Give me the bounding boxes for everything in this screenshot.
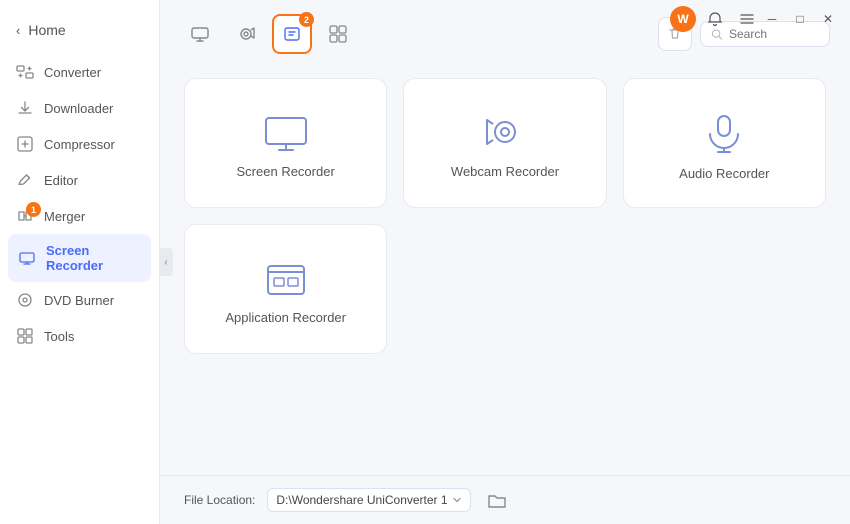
tab-screen-recorder[interactable] (180, 14, 220, 54)
sidebar-item-screen-recorder[interactable]: Screen Recorder (8, 234, 151, 282)
main-content: W ─ □ ✕ 2 (160, 0, 850, 524)
sidebar-item-compressor[interactable]: Compressor (0, 126, 159, 162)
sidebar-item-dvd-burner[interactable]: DVD Burner (0, 282, 159, 318)
sidebar-home[interactable]: ‹ Home (0, 16, 159, 54)
compressor-icon (16, 135, 34, 153)
tab-all-recorders[interactable] (318, 14, 358, 54)
open-folder-button[interactable] (483, 486, 511, 514)
menu-icon[interactable] (734, 6, 760, 32)
sidebar-home-label: Home (28, 22, 65, 38)
minimize-button[interactable]: ─ (758, 8, 786, 30)
converter-icon (16, 63, 34, 81)
screen-recorder-card-icon (264, 116, 308, 152)
notification-icon[interactable] (702, 6, 728, 32)
screen-recorder-icon (18, 249, 36, 267)
webcam-recorder-card-icon (483, 116, 527, 152)
cards-area: Screen Recorder Webcam Recorder Audio Re… (160, 62, 850, 475)
audio-recorder-label: Audio Recorder (679, 166, 769, 181)
card-application-recorder[interactable]: Application Recorder (184, 224, 387, 354)
chevron-left-icon: ‹ (16, 23, 20, 38)
sidebar-item-downloader[interactable]: Downloader (0, 90, 159, 126)
sidebar-item-editor[interactable]: Editor (0, 162, 159, 198)
application-recorder-card-icon (264, 262, 308, 298)
toolbar-tabs: 2 (180, 14, 358, 54)
maximize-button[interactable]: □ (786, 8, 814, 30)
sidebar-item-label: DVD Burner (44, 293, 114, 308)
webcam-recorder-label: Webcam Recorder (451, 164, 559, 179)
sidebar: ‹ Home Converter Downloader Compressor E… (0, 0, 160, 524)
card-screen-recorder[interactable]: Screen Recorder (184, 78, 387, 208)
card-audio-recorder[interactable]: Audio Recorder (623, 78, 826, 208)
file-location-label: File Location: (184, 493, 255, 507)
sidebar-item-label: Editor (44, 173, 78, 188)
sidebar-item-label: Downloader (44, 101, 113, 116)
sidebar-item-label: Merger (44, 209, 85, 224)
bottom-bar: File Location: D:\Wondershare UniConvert… (160, 475, 850, 524)
file-path-value: D:\Wondershare UniConverter 1 (276, 493, 447, 507)
tools-icon (16, 327, 34, 345)
editor-icon (16, 171, 34, 189)
top-right-icons: W (670, 6, 760, 32)
sidebar-item-tools[interactable]: Tools (0, 318, 159, 354)
close-button[interactable]: ✕ (814, 8, 842, 30)
dvd-icon (16, 291, 34, 309)
tab-webcam-recorder[interactable] (226, 14, 266, 54)
sidebar-item-label: Tools (44, 329, 74, 344)
audio-recorder-card-icon (702, 114, 746, 154)
collapse-sidebar-button[interactable]: ‹ (159, 248, 173, 276)
sidebar-item-merger[interactable]: Merger 1 (0, 198, 159, 234)
sidebar-item-label: Converter (44, 65, 101, 80)
file-location-select[interactable]: D:\Wondershare UniConverter 1 (267, 488, 470, 512)
application-recorder-label: Application Recorder (225, 310, 346, 325)
sidebar-item-converter[interactable]: Converter (0, 54, 159, 90)
card-webcam-recorder[interactable]: Webcam Recorder (403, 78, 606, 208)
tab-badge: 2 (299, 12, 314, 27)
tab-app-recorder[interactable]: 2 (272, 14, 312, 54)
window-controls: ─ □ ✕ (758, 0, 850, 30)
sidebar-item-label: Screen Recorder (46, 243, 141, 273)
merger-badge: 1 (26, 202, 41, 217)
avatar[interactable]: W (670, 6, 696, 32)
sidebar-item-label: Compressor (44, 137, 115, 152)
dropdown-icon (452, 495, 462, 505)
screen-recorder-label: Screen Recorder (237, 164, 335, 179)
downloader-icon (16, 99, 34, 117)
